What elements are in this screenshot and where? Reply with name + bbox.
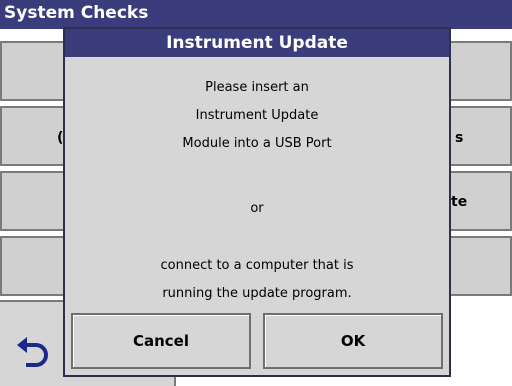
window-titlebar: System Checks: [0, 0, 512, 29]
dialog-message-line: Instrument Update: [195, 108, 319, 123]
dialog-message-line: or: [250, 201, 264, 216]
cancel-button[interactable]: Cancel: [71, 313, 251, 369]
window-title: System Checks: [4, 3, 149, 23]
dialog-message-line: connect to a computer that is: [160, 258, 354, 273]
instrument-update-dialog: Instrument Update Please insert an Instr…: [63, 27, 451, 377]
menu-row-3-right-fragment: te: [451, 194, 468, 210]
ok-button[interactable]: OK: [263, 313, 443, 369]
dialog-message-line: running the update program.: [162, 286, 352, 301]
menu-row-2-right-fragment: s: [455, 130, 464, 146]
dialog-message-line: Module into a USB Port: [182, 136, 332, 151]
dialog-message-line: Please insert an: [205, 80, 309, 95]
dialog-title: Instrument Update: [65, 29, 449, 57]
back-arrow-icon: [17, 337, 48, 367]
